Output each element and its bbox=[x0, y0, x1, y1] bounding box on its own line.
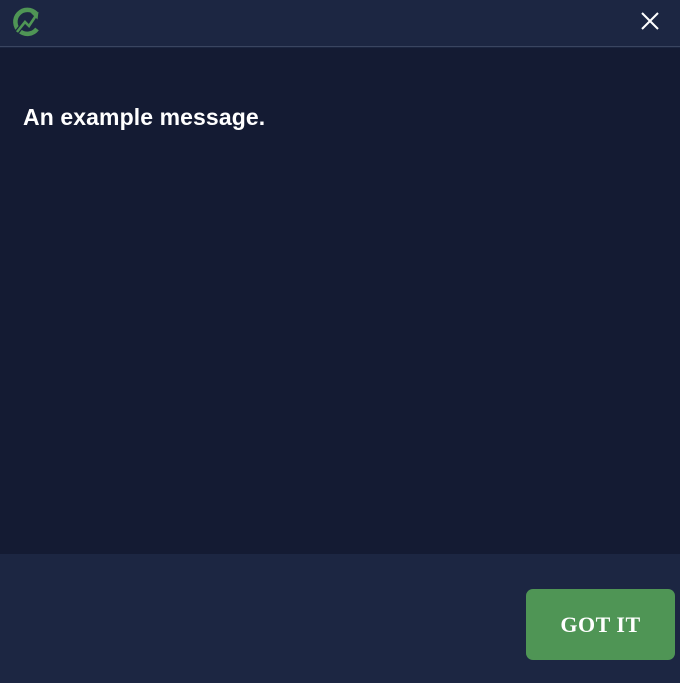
close-icon[interactable] bbox=[638, 9, 662, 33]
got-it-button[interactable]: GOT IT bbox=[526, 589, 675, 660]
dialog-message: An example message. bbox=[23, 104, 266, 130]
modal-dialog: An example message. GOT IT bbox=[0, 0, 680, 683]
dialog-header bbox=[0, 0, 680, 47]
dialog-footer: GOT IT bbox=[0, 554, 680, 683]
brand-logo-icon bbox=[13, 7, 40, 37]
dialog-body: An example message. bbox=[0, 48, 680, 554]
